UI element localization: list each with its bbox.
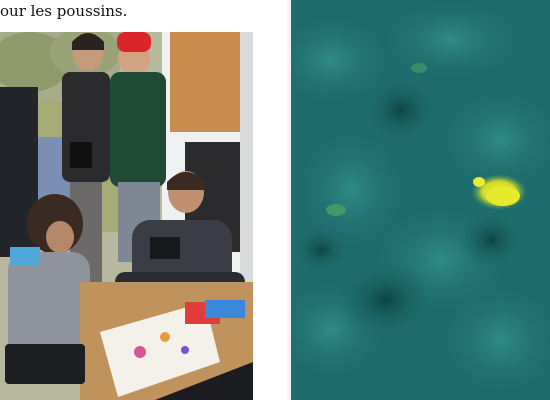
field-team-illustration (0, 32, 253, 400)
aerial-thermal-photo (291, 0, 550, 400)
field-team-photo (0, 32, 253, 400)
article-caption-text: our les poussins. (0, 2, 128, 20)
caption-area: our les poussins. (0, 0, 287, 32)
thermal-canopy-illustration (291, 0, 550, 400)
